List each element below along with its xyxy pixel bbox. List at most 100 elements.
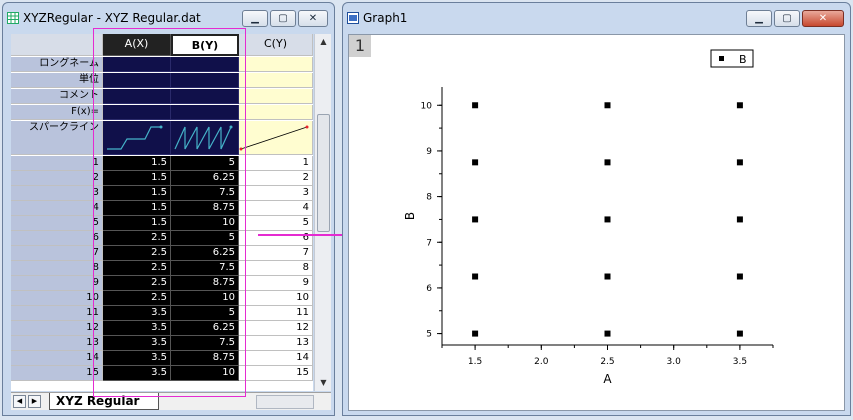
vertical-scrollbar[interactable]: ▲ ▼ (314, 34, 331, 391)
meta-cell-c[interactable] (239, 73, 313, 88)
cell-a[interactable]: 1.5 (103, 156, 171, 171)
tab-next-icon[interactable]: ▶ (28, 395, 41, 408)
row-number[interactable]: 13 (11, 336, 103, 351)
cell-b[interactable]: 10 (171, 216, 239, 231)
meta-cell-a[interactable] (103, 73, 171, 88)
sparkline-c (239, 125, 309, 151)
meta-cell-b[interactable] (171, 73, 239, 88)
row-number[interactable]: 6 (11, 231, 103, 246)
column-header-a[interactable]: A(X) (103, 34, 171, 56)
cell-a[interactable]: 3.5 (103, 336, 171, 351)
meta-cell-b[interactable] (171, 89, 239, 104)
cell-a[interactable]: 2.5 (103, 291, 171, 306)
cell-a[interactable]: 3.5 (103, 366, 171, 381)
cell-a[interactable]: 3.5 (103, 306, 171, 321)
cell-b[interactable]: 6.25 (171, 246, 239, 261)
row-number[interactable]: 5 (11, 216, 103, 231)
meta-cell-c[interactable] (239, 105, 313, 120)
scroll-thumb[interactable] (317, 114, 330, 232)
graph-titlebar[interactable]: Graph1 ▁ ▢ ✕ (343, 3, 850, 31)
meta-cell-b[interactable] (171, 121, 239, 155)
meta-cell-c[interactable] (239, 121, 313, 155)
meta-cell-a[interactable] (103, 89, 171, 104)
scroll-up-icon[interactable]: ▲ (315, 34, 332, 50)
maximize-button[interactable]: ▢ (270, 10, 296, 27)
cell-b[interactable]: 7.5 (171, 186, 239, 201)
column-header-b[interactable]: B(Y) (171, 34, 239, 56)
cell-c[interactable]: 11 (239, 306, 313, 321)
column-header-c[interactable]: C(Y) (239, 34, 313, 56)
cell-c[interactable]: 9 (239, 276, 313, 291)
cell-b[interactable]: 10 (171, 366, 239, 381)
cell-c[interactable]: 1 (239, 156, 313, 171)
cell-b[interactable]: 7.5 (171, 336, 239, 351)
minimize-button[interactable]: ▁ (242, 10, 268, 27)
cell-a[interactable]: 3.5 (103, 351, 171, 366)
cell-c[interactable]: 8 (239, 261, 313, 276)
meta-cell-b[interactable] (171, 105, 239, 120)
cell-c[interactable]: 7 (239, 246, 313, 261)
meta-cell-a[interactable] (103, 57, 171, 72)
row-number[interactable]: 11 (11, 306, 103, 321)
graph-page[interactable]: 1 1.5 2.0 2.5 3.0 3.5 5 6 7 8 9 10 A B B (348, 34, 845, 411)
scroll-down-icon[interactable]: ▼ (315, 375, 332, 391)
close-icon: ✕ (308, 13, 318, 24)
row-number[interactable]: 2 (11, 171, 103, 186)
graph-close-button[interactable]: ✕ (802, 10, 844, 27)
meta-cell-a[interactable] (103, 121, 171, 155)
cell-b[interactable]: 5 (171, 231, 239, 246)
row-number[interactable]: 10 (11, 291, 103, 306)
row-number[interactable]: 12 (11, 321, 103, 336)
cell-b[interactable]: 6.25 (171, 171, 239, 186)
tab-prev-icon[interactable]: ◀ (13, 395, 26, 408)
cell-a[interactable]: 2.5 (103, 246, 171, 261)
meta-cell-c[interactable] (239, 89, 313, 104)
scatter-plot[interactable]: 1.5 2.0 2.5 3.0 3.5 5 6 7 8 9 10 A B B (349, 35, 844, 410)
workbook-titlebar[interactable]: XYZRegular - XYZ Regular.dat ▁ ▢ ✕ (3, 3, 334, 31)
row-number[interactable]: 7 (11, 246, 103, 261)
cell-c[interactable]: 15 (239, 366, 313, 381)
layer-indicator[interactable]: 1 (349, 35, 371, 57)
cell-a[interactable]: 1.5 (103, 171, 171, 186)
cell-a[interactable]: 3.5 (103, 321, 171, 336)
graph-maximize-button[interactable]: ▢ (774, 10, 800, 27)
sheet-tab[interactable]: XYZ Regular (49, 393, 159, 410)
cell-b[interactable]: 10 (171, 291, 239, 306)
cell-b[interactable]: 8.75 (171, 351, 239, 366)
cell-a[interactable]: 2.5 (103, 261, 171, 276)
graph-minimize-button[interactable]: ▁ (746, 10, 772, 27)
row-number[interactable]: 15 (11, 366, 103, 381)
row-number[interactable]: 9 (11, 276, 103, 291)
cell-b[interactable]: 6.25 (171, 321, 239, 336)
cell-c[interactable]: 12 (239, 321, 313, 336)
cell-b[interactable]: 7.5 (171, 261, 239, 276)
cell-b[interactable]: 8.75 (171, 201, 239, 216)
cell-a[interactable]: 1.5 (103, 201, 171, 216)
cell-b[interactable]: 5 (171, 306, 239, 321)
meta-row-label: コメント (11, 89, 103, 104)
cell-b[interactable]: 8.75 (171, 276, 239, 291)
worksheet-grid[interactable]: A(X) B(Y) C(Y) ロングネーム 単位 コメント F(x)= スパークライン 1 1.5… (11, 34, 313, 391)
cell-b[interactable]: 5 (171, 156, 239, 171)
row-number[interactable]: 1 (11, 156, 103, 171)
cell-a[interactable]: 1.5 (103, 216, 171, 231)
row-number[interactable]: 14 (11, 351, 103, 366)
close-button[interactable]: ✕ (298, 10, 328, 27)
horizontal-scrollbar[interactable] (256, 395, 314, 409)
meta-cell-b[interactable] (171, 57, 239, 72)
corner-cell[interactable] (11, 34, 103, 56)
cell-c[interactable]: 3 (239, 186, 313, 201)
cell-a[interactable]: 1.5 (103, 186, 171, 201)
cell-a[interactable]: 2.5 (103, 276, 171, 291)
meta-cell-c[interactable] (239, 57, 313, 72)
row-number[interactable]: 8 (11, 261, 103, 276)
row-number[interactable]: 4 (11, 201, 103, 216)
cell-c[interactable]: 2 (239, 171, 313, 186)
cell-a[interactable]: 2.5 (103, 231, 171, 246)
cell-c[interactable]: 13 (239, 336, 313, 351)
cell-c[interactable]: 10 (239, 291, 313, 306)
cell-c[interactable]: 4 (239, 201, 313, 216)
cell-c[interactable]: 14 (239, 351, 313, 366)
row-number[interactable]: 3 (11, 186, 103, 201)
meta-cell-a[interactable] (103, 105, 171, 120)
